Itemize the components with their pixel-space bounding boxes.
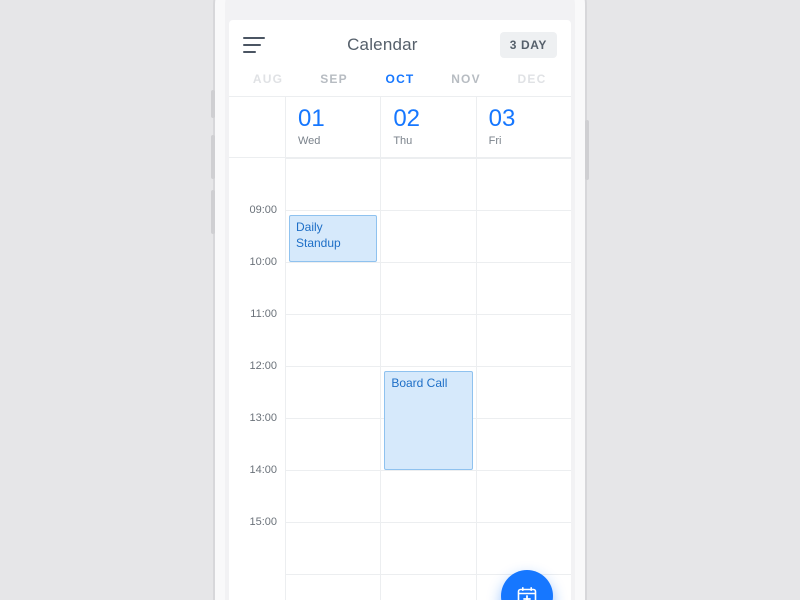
month-selector: AUGSEPOCTNOVDEC bbox=[229, 68, 571, 97]
hour-gridline bbox=[381, 262, 475, 263]
phone-frame: Calendar 3 DAY AUGSEPOCTNOVDEC 01 Wed 02… bbox=[215, 0, 585, 600]
day-column[interactable] bbox=[476, 158, 571, 600]
hour-label: 11:00 bbox=[250, 308, 277, 320]
hour-label: 12:00 bbox=[249, 360, 277, 372]
day-columns: Daily Standup Board Call bbox=[285, 158, 571, 600]
day-number: 01 bbox=[298, 107, 370, 131]
hour-gridline bbox=[286, 574, 380, 575]
hour-label: 13:00 bbox=[249, 412, 277, 424]
phone-side-button bbox=[211, 90, 215, 118]
phone-side-button bbox=[211, 135, 215, 179]
hour-gridline bbox=[381, 314, 475, 315]
view-toggle-chip[interactable]: 3 DAY bbox=[500, 32, 557, 58]
hour-gridline bbox=[381, 210, 475, 211]
calendar-plus-icon bbox=[515, 584, 539, 600]
calendar-event[interactable]: Board Call bbox=[384, 371, 472, 470]
day-column[interactable]: Board Call bbox=[380, 158, 475, 600]
calendar-event[interactable]: Daily Standup bbox=[289, 215, 377, 262]
hour-gridline bbox=[477, 210, 571, 211]
day-column[interactable]: Daily Standup bbox=[285, 158, 380, 600]
month-tab[interactable]: OCT bbox=[367, 72, 433, 86]
month-tab[interactable]: NOV bbox=[433, 72, 499, 86]
hour-gridline bbox=[477, 366, 571, 367]
hour-label: 14:00 bbox=[249, 464, 277, 476]
month-tab[interactable]: DEC bbox=[499, 72, 565, 86]
time-gutter-header bbox=[229, 97, 285, 157]
hour-label: 10:00 bbox=[249, 256, 277, 268]
hour-gridline bbox=[381, 470, 475, 471]
hour-gridline bbox=[286, 314, 380, 315]
hour-gridline bbox=[286, 366, 380, 367]
day-header[interactable]: 01 Wed bbox=[285, 97, 380, 157]
month-tab[interactable]: AUG bbox=[235, 72, 301, 86]
hour-label: 15:00 bbox=[249, 516, 277, 528]
hour-gridline bbox=[286, 262, 380, 263]
hour-gridline bbox=[381, 366, 475, 367]
hour-gridline bbox=[477, 470, 571, 471]
hour-gridline bbox=[286, 470, 380, 471]
hour-gridline bbox=[477, 418, 571, 419]
hour-gridline bbox=[381, 522, 475, 523]
day-of-week: Wed bbox=[298, 135, 370, 147]
day-number: 03 bbox=[489, 107, 561, 131]
hour-gridline bbox=[477, 262, 571, 263]
hour-gridline bbox=[381, 158, 475, 159]
app-screen: Calendar 3 DAY AUGSEPOCTNOVDEC 01 Wed 02… bbox=[229, 20, 571, 600]
phone-side-button bbox=[211, 190, 215, 234]
hour-gridline bbox=[286, 522, 380, 523]
month-tab[interactable]: SEP bbox=[301, 72, 367, 86]
hour-gridline bbox=[381, 574, 475, 575]
hour-gridline bbox=[286, 418, 380, 419]
day-of-week: Thu bbox=[393, 135, 465, 147]
page-title: Calendar bbox=[347, 35, 418, 55]
hour-gridline bbox=[477, 314, 571, 315]
time-gutter: 09:00 10:00 11:00 12:00 13:00 14:00 15:00 bbox=[229, 158, 285, 600]
day-of-week: Fri bbox=[489, 135, 561, 147]
day-header[interactable]: 03 Fri bbox=[476, 97, 571, 157]
hour-gridline bbox=[477, 158, 571, 159]
day-header[interactable]: 02 Thu bbox=[380, 97, 475, 157]
hour-gridline bbox=[286, 158, 380, 159]
top-bar: Calendar 3 DAY bbox=[229, 20, 571, 68]
hour-gridline bbox=[286, 210, 380, 211]
day-number: 02 bbox=[393, 107, 465, 131]
menu-icon[interactable] bbox=[243, 37, 265, 53]
day-header-row: 01 Wed 02 Thu 03 Fri bbox=[229, 97, 571, 158]
time-grid[interactable]: 09:00 10:00 11:00 12:00 13:00 14:00 15:00 Dail… bbox=[229, 158, 571, 600]
hour-gridline bbox=[477, 522, 571, 523]
phone-side-button bbox=[585, 120, 589, 180]
hour-label: 09:00 bbox=[249, 204, 277, 216]
